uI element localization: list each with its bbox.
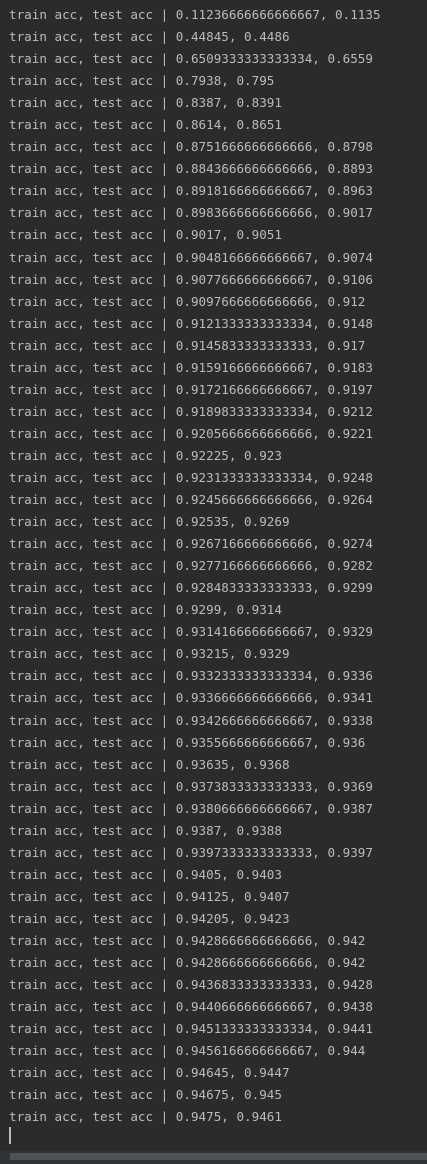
output-line: train acc, test acc | 0.9017, 0.9051 xyxy=(9,227,282,243)
output-line: train acc, test acc | 0.9205666666666666… xyxy=(9,425,373,441)
output-line: train acc, test acc | 0.8387, 0.8391 xyxy=(9,95,282,111)
output-line: train acc, test acc | 0.9189833333333334… xyxy=(9,403,373,419)
output-line: train acc, test acc | 0.9231333333333334… xyxy=(9,469,373,485)
output-line: train acc, test acc | 0.9397333333333333… xyxy=(9,844,373,860)
output-line: train acc, test acc | 0.9436833333333333… xyxy=(9,977,373,993)
output-line: train acc, test acc | 0.1123666666666666… xyxy=(9,7,381,22)
output-line: train acc, test acc | 0.9428666666666666… xyxy=(9,955,366,971)
output-line: train acc, test acc | 0.9373833333333333… xyxy=(9,778,373,794)
output-line: train acc, test acc | 0.9387, 0.9388 xyxy=(9,822,282,838)
output-line: train acc, test acc | 0.9428666666666666… xyxy=(9,932,366,948)
console-output-panel: train acc, test acc | 0.1123666666666666… xyxy=(0,0,427,1164)
output-line: train acc, test acc | 0.7938, 0.795 xyxy=(9,73,275,89)
output-line: train acc, test acc | 0.9284833333333333… xyxy=(9,580,373,596)
output-line: train acc, test acc | 0.94645, 0.9447 xyxy=(9,1065,290,1081)
text-cursor[interactable] xyxy=(9,1127,11,1144)
output-line: train acc, test acc | 0.93215, 0.9329 xyxy=(9,646,290,662)
output-line: train acc, test acc | 0.9121333333333334… xyxy=(9,315,373,331)
output-line: train acc, test acc | 0.9267166666666666… xyxy=(9,536,373,552)
output-line: train acc, test acc | 0.9475, 0.9461 xyxy=(9,1109,282,1125)
output-line: train acc, test acc | 0.8918166666666667… xyxy=(9,183,373,199)
output-line: train acc, test acc | 0.9097666666666666… xyxy=(9,293,366,309)
output-line: train acc, test acc | 0.9077666666666667… xyxy=(9,271,373,287)
horizontal-scrollbar-thumb[interactable] xyxy=(10,1153,427,1160)
output-line: train acc, test acc | 0.8983666666666666… xyxy=(9,205,373,221)
output-line: train acc, test acc | 0.8751666666666666… xyxy=(9,139,373,155)
console-output-text: train acc, test acc | 0.1123666666666666… xyxy=(9,4,427,1128)
output-line: train acc, test acc | 0.9332333333333334… xyxy=(9,668,373,684)
output-line: train acc, test acc | 0.9451333333333334… xyxy=(9,1021,373,1037)
output-line: train acc, test acc | 0.9405, 0.9403 xyxy=(9,866,282,882)
output-line: train acc, test acc | 0.94205, 0.9423 xyxy=(9,910,290,926)
output-line: train acc, test acc | 0.94675, 0.945 xyxy=(9,1087,282,1103)
output-line: train acc, test acc | 0.92225, 0.923 xyxy=(9,447,282,463)
output-line: train acc, test acc | 0.6509333333333334… xyxy=(9,51,373,67)
output-line: train acc, test acc | 0.9336666666666666… xyxy=(9,690,373,706)
output-line: train acc, test acc | 0.9172166666666667… xyxy=(9,381,373,397)
output-line: train acc, test acc | 0.8614, 0.8651 xyxy=(9,117,282,133)
output-line: train acc, test acc | 0.9277166666666666… xyxy=(9,558,373,574)
output-line: train acc, test acc | 0.8843666666666666… xyxy=(9,161,373,177)
output-line: train acc, test acc | 0.9048166666666667… xyxy=(9,249,373,265)
output-line: train acc, test acc | 0.94125, 0.9407 xyxy=(9,888,290,904)
output-line: train acc, test acc | 0.9342666666666667… xyxy=(9,712,373,728)
output-line: train acc, test acc | 0.9245666666666666… xyxy=(9,492,373,508)
output-line: train acc, test acc | 0.9380666666666667… xyxy=(9,800,373,816)
output-line: train acc, test acc | 0.93635, 0.9368 xyxy=(9,756,290,772)
horizontal-scrollbar[interactable] xyxy=(0,1151,427,1164)
output-line: train acc, test acc | 0.9355666666666667… xyxy=(9,734,366,750)
output-line: train acc, test acc | 0.92535, 0.9269 xyxy=(9,514,290,530)
output-line: train acc, test acc | 0.9299, 0.9314 xyxy=(9,602,282,618)
output-line: train acc, test acc | 0.44845, 0.4486 xyxy=(9,29,290,45)
output-line: train acc, test acc | 0.9145833333333333… xyxy=(9,337,366,353)
output-line: train acc, test acc | 0.9314166666666667… xyxy=(9,624,373,640)
output-line: train acc, test acc | 0.9159166666666667… xyxy=(9,359,373,375)
output-line: train acc, test acc | 0.9456166666666667… xyxy=(9,1043,366,1059)
output-line: train acc, test acc | 0.9440666666666667… xyxy=(9,999,373,1015)
